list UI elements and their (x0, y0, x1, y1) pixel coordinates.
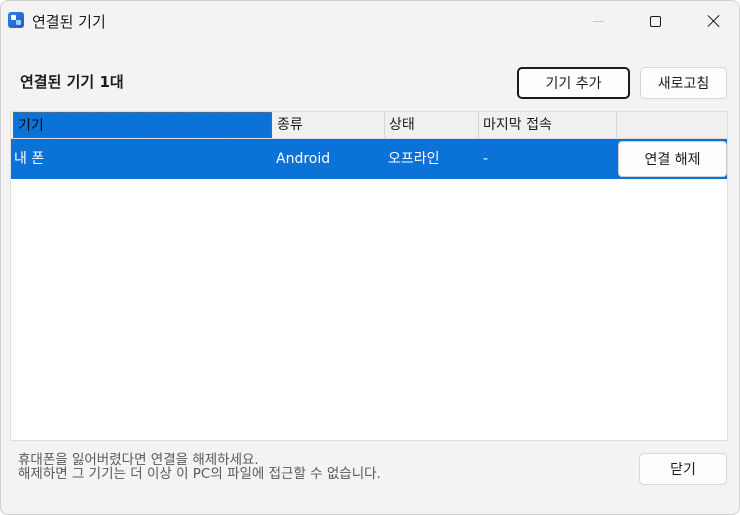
maximize-button[interactable] (632, 1, 678, 41)
close-button[interactable]: 닫기 (639, 453, 727, 485)
list-item[interactable]: 내 폰 Android 오프라인 - 연결 해제 (11, 139, 727, 179)
window-title: 연결된 기기 (32, 13, 106, 31)
device-type: Android (276, 151, 331, 167)
add-device-button[interactable]: 기기 추가 (517, 67, 630, 99)
list-header: 기기 종류 상태 마지막 접속 (11, 112, 727, 139)
refresh-button[interactable]: 새로고침 (640, 67, 727, 99)
app-icon (8, 12, 24, 28)
close-icon (707, 14, 721, 28)
device-list: 기기 종류 상태 마지막 접속 내 폰 Android 오프라인 - 연결 해제 (10, 111, 728, 441)
column-header-last-seen[interactable]: 마지막 접속 (479, 112, 617, 138)
device-name: 내 폰 (14, 151, 45, 167)
minimize-button[interactable] (575, 1, 621, 41)
maximize-icon (649, 15, 661, 27)
column-header-action (617, 112, 727, 138)
connected-devices-window: 연결된 기기 연결된 기기 1대 기기 추가 새로고침 기기 종류 상태 마지막… (0, 0, 740, 515)
close-window-button[interactable] (691, 1, 737, 41)
device-status: 오프라인 (388, 151, 440, 167)
title-bar: 연결된 기기 (1, 1, 739, 41)
column-header-status[interactable]: 상태 (385, 112, 479, 138)
minimize-icon (592, 20, 604, 22)
column-header-type[interactable]: 종류 (273, 112, 385, 138)
disconnect-button[interactable]: 연결 해제 (618, 141, 727, 177)
column-header-device[interactable]: 기기 (13, 112, 272, 138)
device-last-seen: - (483, 151, 489, 167)
footer-note-line2: 해제하면 그 기기는 더 이상 이 PC의 파일에 접근할 수 없습니다. (18, 466, 381, 482)
page-title: 연결된 기기 1대 (20, 73, 124, 91)
